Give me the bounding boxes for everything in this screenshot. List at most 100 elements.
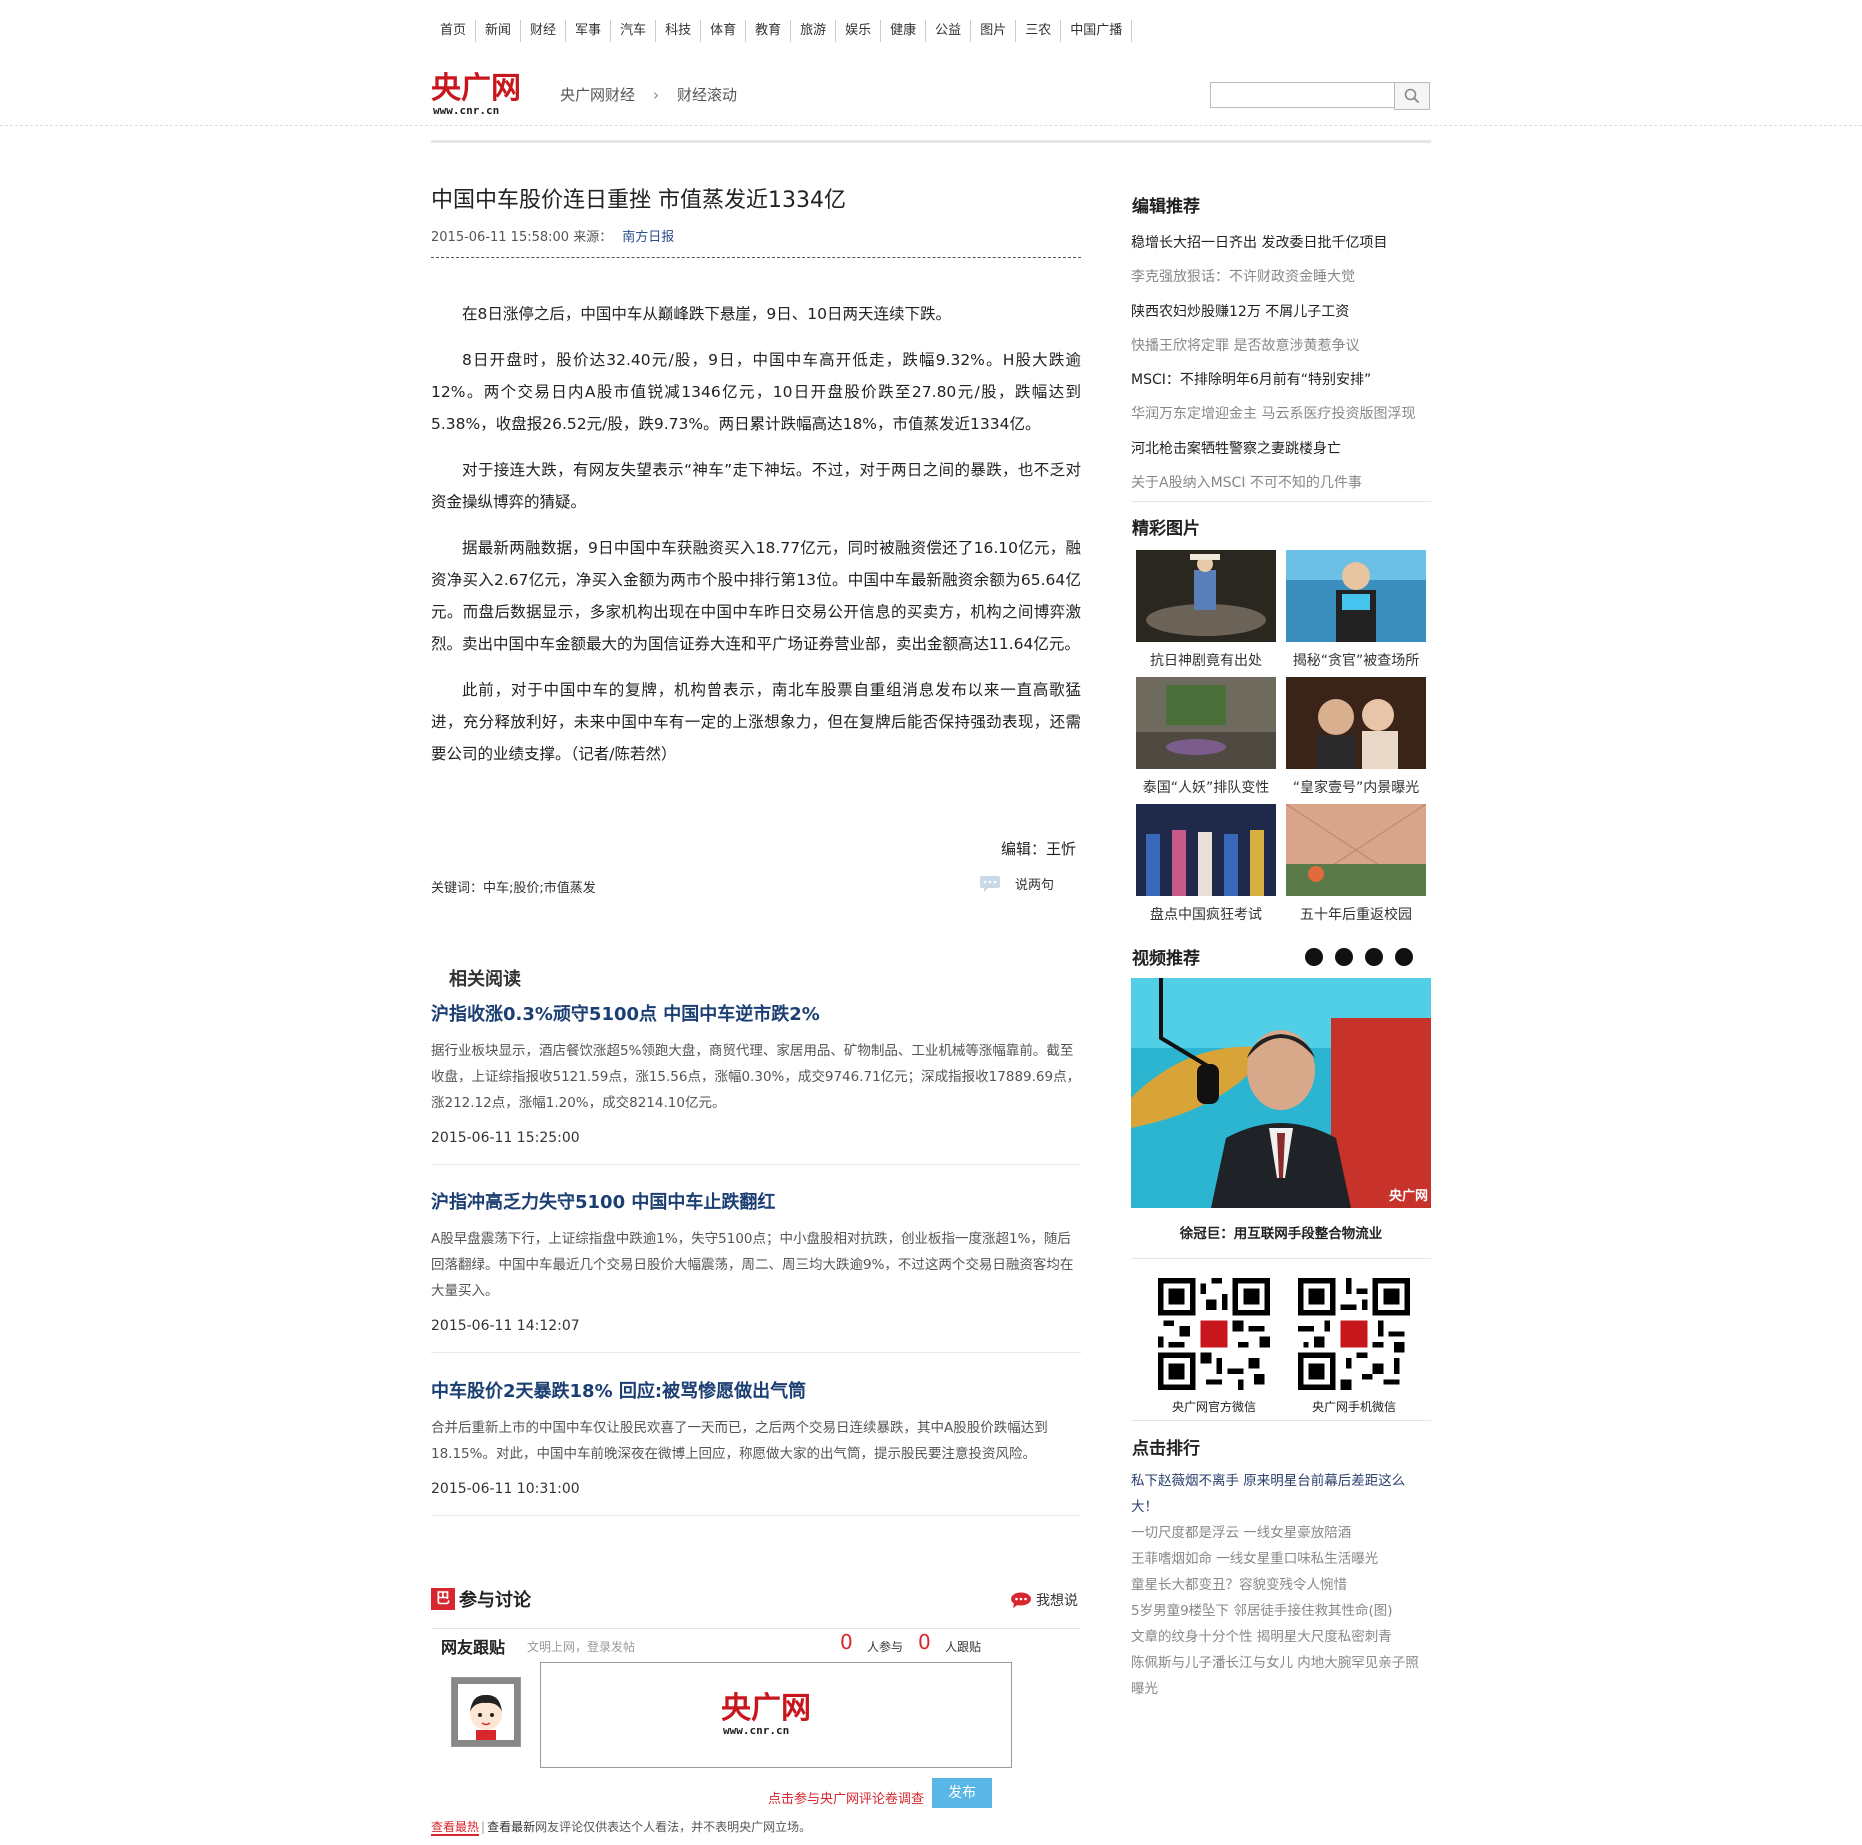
related-title[interactable]: 沪指冲高乏力失守5100 中国中车止跌翻红 [431, 1188, 1081, 1214]
breadcrumb: 央广网财经 › 财经滚动 [560, 84, 737, 105]
sidebar-divider [1131, 1258, 1431, 1259]
comment-link-label[interactable]: 说两句 [1015, 874, 1054, 893]
picture-thumbnail[interactable] [1136, 804, 1276, 896]
related-desc: A股早盘震荡下行，上证综指盘中跌逾1%，失守5100点；中小盘股相对抗跌，创业板… [431, 1231, 1074, 1299]
article-divider [431, 257, 1081, 258]
article-keywords: 关键词：中车;股价;市值蒸发 [431, 881, 596, 896]
picture-thumbnail[interactable] [1286, 677, 1426, 769]
reply-hint: 文明上网，登录发帖 [527, 1640, 636, 1654]
article-source-label: 来源： [573, 230, 613, 245]
nav-finance[interactable]: 财经 [521, 20, 567, 42]
article-paragraph: 在8日涨停之后，中国中车从巅峰跌下悬崖，9日、10日两天连续下跌。 [462, 305, 951, 323]
article-paragraph: 8日开盘时，股价达32.40元/股，9日，中国中车高开低走，跌幅9.32%。H股… [431, 351, 1081, 433]
nav-entertainment[interactable]: 娱乐 [836, 20, 882, 42]
carousel-dot[interactable] [1305, 948, 1323, 966]
article-editor: 编辑：王忻 [1001, 840, 1077, 858]
picture-caption[interactable]: 盘点中国疯狂考试 [1131, 904, 1281, 924]
want-say-button[interactable]: 我想说 [1010, 1590, 1078, 1610]
ranking-item[interactable]: 一切尺度都是浮云 一线女星豪放陪酒 [1131, 1520, 1431, 1546]
related-time: 2015-06-11 15:25:00 [431, 1130, 580, 1146]
ranking-item[interactable]: 文章的纹身十分个性 揭明星大尺度私密刺青 [1131, 1624, 1431, 1650]
carousel-dot[interactable] [1395, 948, 1413, 966]
nav-sports[interactable]: 体育 [701, 20, 747, 42]
survey-link[interactable]: 点击参与央广网评论卷调查 [768, 1788, 924, 1807]
nav-charity[interactable]: 公益 [926, 20, 972, 42]
article-paragraph: 此前，对于中国中车的复牌，机构曾表示，南北车股票自重组消息发布以来一直高歌猛进，… [431, 681, 1081, 763]
nav-auto[interactable]: 汽车 [611, 20, 657, 42]
sidebar-divider [1131, 1420, 1431, 1421]
tab-divider: | [481, 1820, 486, 1834]
editor-pick-item[interactable]: 陕西农妇炒股赚12万 不屑儿子工资 [1131, 295, 1431, 329]
ranking-item[interactable]: 王菲嗜烟如命 一线女星重口味私生活曝光 [1131, 1546, 1431, 1572]
editor-pick-item[interactable]: MSCI：不排除明年6月前有“特别安排” [1131, 363, 1431, 397]
nav-news[interactable]: 新闻 [476, 20, 522, 42]
nav-home[interactable]: 首页 [431, 20, 477, 42]
want-say-label[interactable]: 我想说 [1036, 1590, 1078, 1610]
participant-label: 人参与 [867, 1640, 904, 1654]
picture-thumbnail[interactable] [1286, 550, 1426, 642]
editor-pick-item[interactable]: 快播王欣将定罪 是否故意涉黄惹争议 [1131, 329, 1431, 363]
picture-caption[interactable]: 泰国“人妖”排队变性 [1131, 777, 1281, 797]
article-datetime: 2015-06-11 15:58:00 [431, 230, 570, 245]
nav-tech[interactable]: 科技 [656, 20, 702, 42]
related-item: 沪指收涨0.3%顽守5100点 中国中车逆市跌2% 据行业板块显示，酒店餐饮涨超… [431, 1000, 1081, 1165]
picture-thumbnail[interactable] [1136, 550, 1276, 642]
carousel-dot[interactable] [1335, 948, 1353, 966]
cnr-logo[interactable]: 央广网 www.cnr.cn [431, 70, 541, 120]
ranking-item[interactable]: 5岁男童9楼坠下 邻居徒手接住救其性命(图) [1131, 1598, 1431, 1624]
editor-pick-item[interactable]: 稳增长大招一日齐出 发改委日批千亿项目 [1131, 226, 1431, 260]
editor-pick-list: 稳增长大招一日齐出 发改委日批千亿项目 李克强放狠话：不许财政资金睡大觉 陕西农… [1131, 226, 1431, 500]
picture-caption[interactable]: 揭秘“贪官”被查场所 [1281, 650, 1431, 670]
svg-text:www.cnr.cn: www.cnr.cn [433, 104, 499, 117]
video-carousel-dots [1305, 948, 1413, 966]
nav-education[interactable]: 教育 [746, 20, 792, 42]
qr-code-official [1158, 1278, 1270, 1390]
video-caption[interactable]: 徐冠巨：用互联网手段整合物流业 [1131, 1222, 1431, 1242]
editor-pick-item[interactable]: 华润万东定增迎金主 马云系医疗投资版图浮现 [1131, 397, 1431, 431]
breadcrumb-finance-roll[interactable]: 财经滚动 [677, 86, 737, 104]
related-divider [431, 1515, 1081, 1516]
comment-link[interactable]: 说两句 [979, 874, 1054, 893]
picture-thumbnail[interactable] [1136, 677, 1276, 769]
article-meta: 2015-06-11 15:58:00 来源： 南方日报 [431, 226, 674, 245]
picture-thumbnail[interactable] [1286, 804, 1426, 896]
nav-health[interactable]: 健康 [881, 20, 927, 42]
video-thumbnail[interactable]: 央广网 [1131, 978, 1431, 1208]
editor-pick-item[interactable]: 河北枪击案牺牲警察之妻跳楼身亡 [1131, 432, 1431, 466]
picture-caption[interactable]: 抗日神剧竟有出处 [1131, 650, 1281, 670]
pictures-heading: 精彩图片 [1132, 519, 1200, 539]
view-new-tab[interactable]: 查看最新 [487, 1820, 535, 1834]
article-paragraph: 对于接连大跌，有网友失望表示“神车”走下神坛。不过，对于两日之间的暴跌，也不乏对… [431, 461, 1081, 511]
ranking-list: 私下赵薇烟不离手 原来明星台前幕后差距这么大！ 一切尺度都是浮云 一线女星豪放陪… [1131, 1468, 1431, 1702]
related-heading: 相关阅读 [449, 969, 521, 990]
comment-bubble-icon [980, 875, 1000, 892]
reply-textarea[interactable]: 央广网 www.cnr.cn [540, 1662, 1012, 1768]
qr-official-caption: 央广网官方微信 [1171, 1400, 1256, 1414]
editor-pick-heading: 编辑推荐 [1132, 197, 1200, 217]
svg-text:www.cnr.cn: www.cnr.cn [723, 1724, 789, 1737]
related-title[interactable]: 沪指收涨0.3%顽守5100点 中国中车逆市跌2% [431, 1000, 1081, 1026]
carousel-dot[interactable] [1365, 948, 1383, 966]
nav-travel[interactable]: 旅游 [791, 20, 837, 42]
picture-caption[interactable]: 五十年后重返校园 [1281, 904, 1431, 924]
search-button[interactable] [1394, 82, 1430, 110]
related-title[interactable]: 中车股价2天暴跌18% 回应:被骂惨愿做出气筒 [431, 1377, 1081, 1403]
editor-pick-item[interactable]: 关于A股纳入MSCI 不可不知的几件事 [1131, 466, 1431, 500]
nav-china-radio[interactable]: 中国广播 [1061, 20, 1133, 42]
post-button[interactable]: 发布 [932, 1778, 992, 1808]
view-hot-tab[interactable]: 查看最热 [431, 1820, 480, 1836]
picture-caption[interactable]: “皇家壹号”内景曝光 [1281, 777, 1431, 797]
ranking-item[interactable]: 童星长大都变丑？容貌变残令人惋惜 [1131, 1572, 1431, 1598]
nav-agriculture[interactable]: 三农 [1016, 20, 1062, 42]
qr-code-mobile [1298, 1278, 1410, 1390]
ranking-item[interactable]: 陈佩斯与儿子潘长江与女儿 内地大腕罕见亲子照曝光 [1131, 1650, 1431, 1702]
avatar-icon [470, 1694, 502, 1740]
reply-title: 网友跟贴 [441, 1638, 506, 1657]
nav-military[interactable]: 军事 [566, 20, 612, 42]
speech-bubble-icon [1011, 1592, 1031, 1608]
nav-pictures[interactable]: 图片 [971, 20, 1017, 42]
article-source[interactable]: 南方日报 [622, 230, 674, 245]
breadcrumb-finance[interactable]: 央广网财经 [560, 86, 635, 104]
editor-pick-item[interactable]: 李克强放狠话：不许财政资金睡大觉 [1131, 260, 1431, 294]
ranking-item[interactable]: 私下赵薇烟不离手 原来明星台前幕后差距这么大！ [1131, 1468, 1431, 1520]
